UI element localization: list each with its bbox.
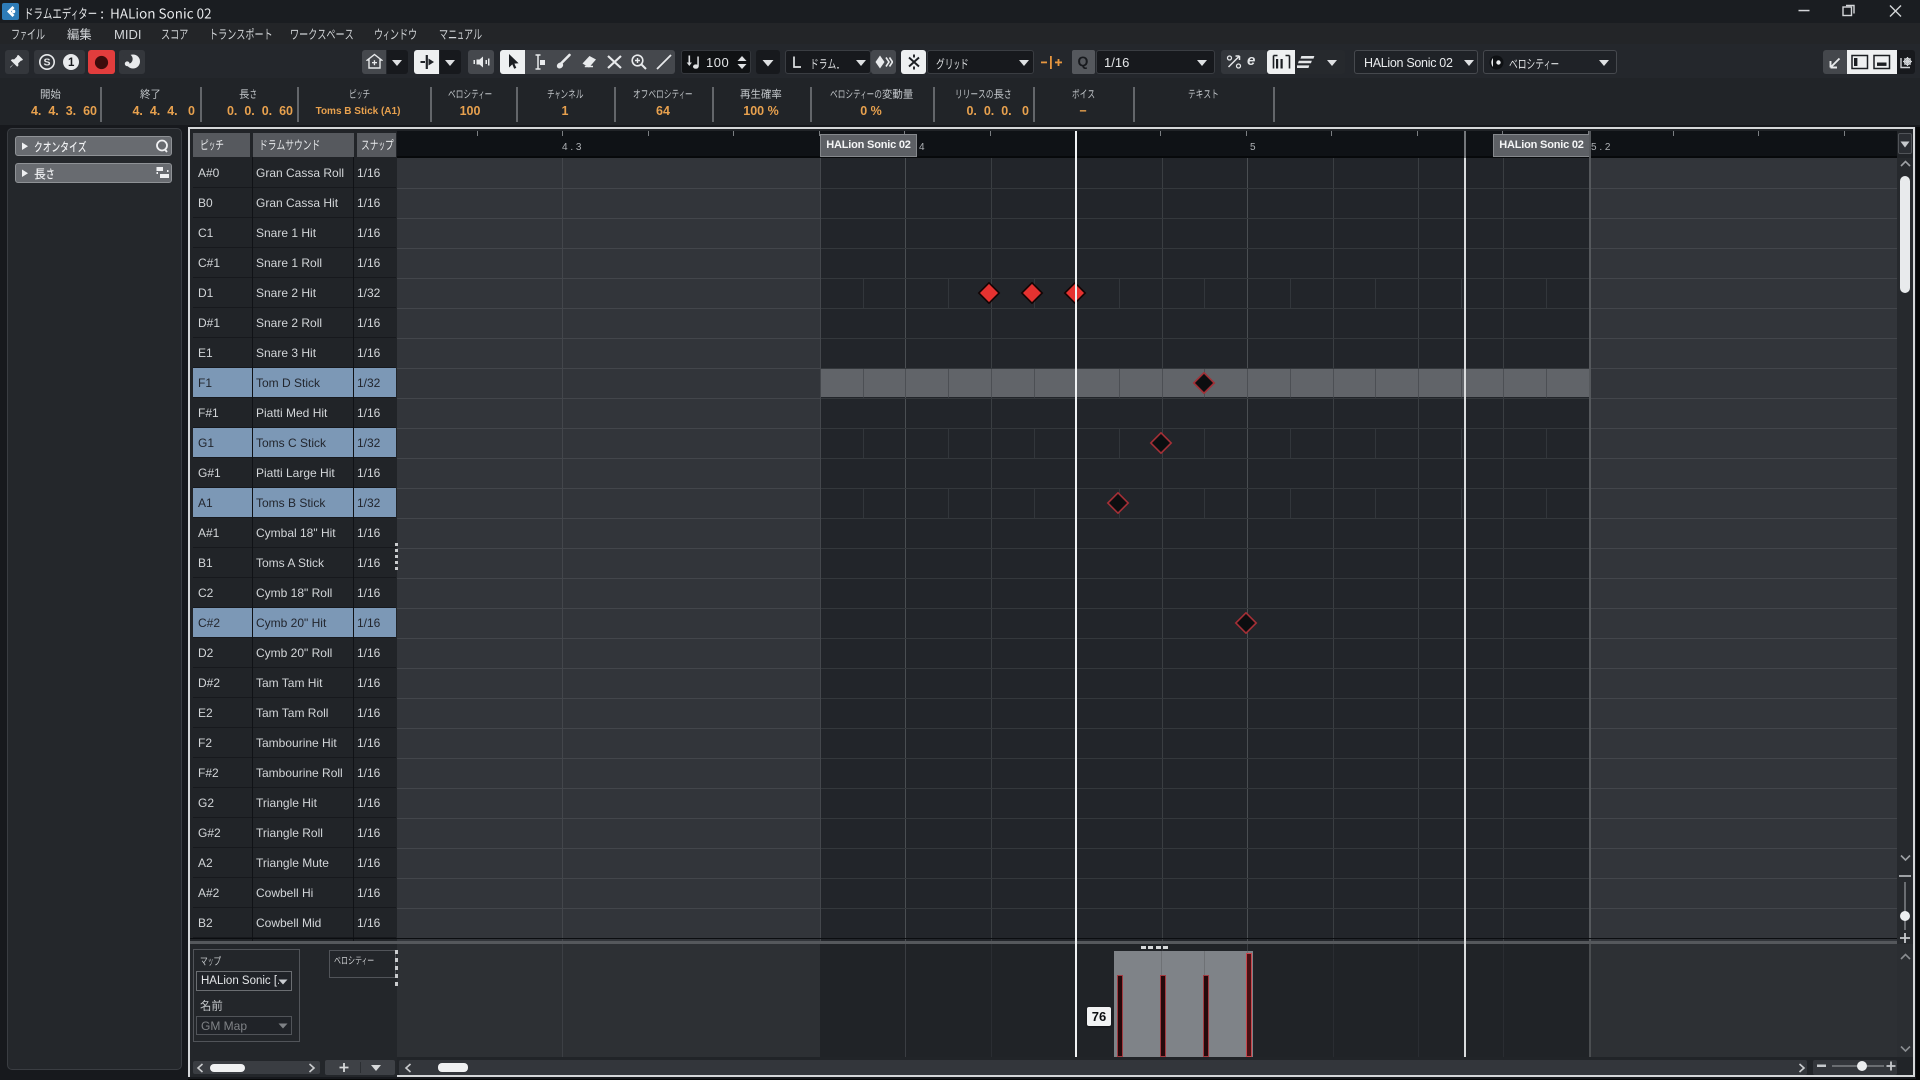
- svg-text:S: S: [43, 57, 50, 69]
- svg-text:1: 1: [68, 57, 75, 69]
